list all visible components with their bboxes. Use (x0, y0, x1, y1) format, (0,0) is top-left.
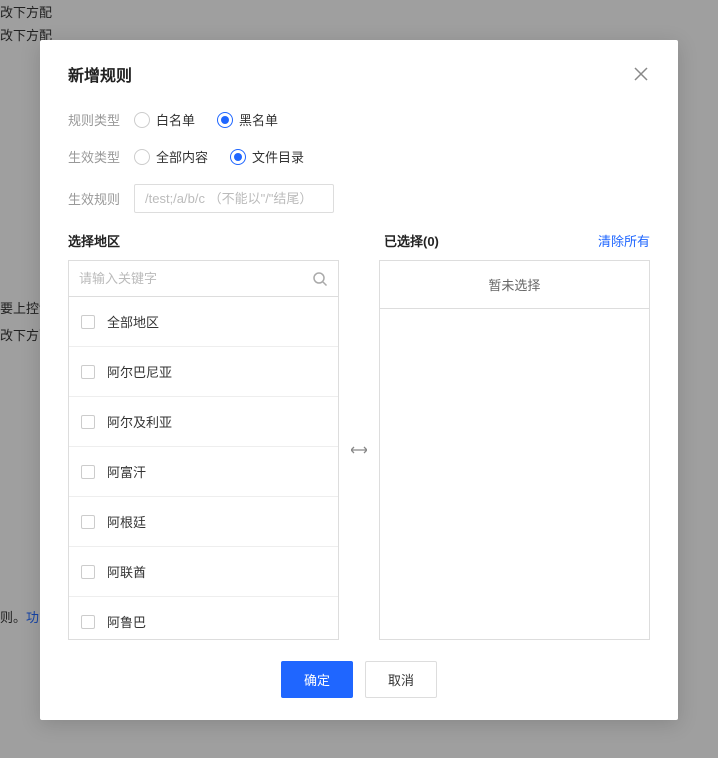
selected-title: 已选择(0) (384, 231, 439, 250)
checkbox[interactable] (81, 565, 95, 579)
list-item[interactable]: 阿联酋 (69, 547, 338, 597)
effect-type-row: 生效类型 全部内容 文件目录 (68, 147, 650, 166)
effect-type-radios: 全部内容 文件目录 (134, 147, 304, 166)
transfer-headers: 选择地区 已选择(0) 清除所有 (68, 231, 650, 250)
region-name: 阿尔巴尼亚 (107, 362, 172, 381)
search-icon (312, 271, 328, 287)
radio-label: 白名单 (156, 110, 195, 129)
list-item[interactable]: 阿尔巴尼亚 (69, 347, 338, 397)
region-source-panel: 全部地区阿尔巴尼亚阿尔及利亚阿富汗阿根廷阿联酋阿鲁巴 (68, 260, 339, 640)
region-target-panel: 暂未选择 (379, 260, 650, 640)
modal-footer: 确定 取消 (40, 643, 678, 720)
list-item[interactable]: 阿根廷 (69, 497, 338, 547)
search-input[interactable] (79, 271, 312, 286)
region-list[interactable]: 全部地区阿尔巴尼亚阿尔及利亚阿富汗阿根廷阿联酋阿鲁巴 (69, 297, 338, 639)
region-name: 阿联酋 (107, 562, 146, 581)
radio-file-directory[interactable]: 文件目录 (230, 147, 304, 166)
modal-title: 新增规则 (68, 62, 132, 86)
cancel-button[interactable]: 取消 (365, 661, 437, 698)
checkbox[interactable] (81, 365, 95, 379)
radio-icon (134, 149, 150, 165)
transfer-arrow (339, 444, 378, 456)
radio-label: 全部内容 (156, 147, 208, 166)
select-region-title: 选择地区 (68, 231, 344, 250)
radio-label: 文件目录 (252, 147, 304, 166)
transfer-section: 选择地区 已选择(0) 清除所有 全部地区阿尔巴尼亚阿尔 (68, 231, 650, 640)
radio-icon (230, 149, 246, 165)
radio-all-content[interactable]: 全部内容 (134, 147, 208, 166)
list-item[interactable]: 阿鲁巴 (69, 597, 338, 639)
rule-type-radios: 白名单 黑名单 (134, 110, 278, 129)
region-name: 全部地区 (107, 312, 159, 331)
transfer-body: 全部地区阿尔巴尼亚阿尔及利亚阿富汗阿根廷阿联酋阿鲁巴 暂未选择 (68, 260, 650, 640)
region-name: 阿根廷 (107, 512, 146, 531)
effect-rule-row: 生效规则 (68, 184, 650, 213)
confirm-button[interactable]: 确定 (281, 661, 353, 698)
checkbox[interactable] (81, 465, 95, 479)
checkbox[interactable] (81, 415, 95, 429)
checkbox[interactable] (81, 615, 95, 629)
list-item[interactable]: 阿尔及利亚 (69, 397, 338, 447)
add-rule-modal: 新增规则 规则类型 白名单 黑名单 生效类型 (40, 40, 678, 720)
search-box (69, 261, 338, 297)
region-name: 阿富汗 (107, 462, 146, 481)
list-item[interactable]: 全部地区 (69, 297, 338, 347)
modal-body: 规则类型 白名单 黑名单 生效类型 全部内容 (40, 102, 678, 643)
modal-header: 新增规则 (40, 40, 678, 102)
effect-type-label: 生效类型 (68, 147, 134, 166)
list-item[interactable]: 阿富汗 (69, 447, 338, 497)
region-name: 阿尔及利亚 (107, 412, 172, 431)
radio-icon (217, 112, 233, 128)
empty-state: 暂未选择 (380, 261, 649, 309)
radio-label: 黑名单 (239, 110, 278, 129)
radio-icon (134, 112, 150, 128)
close-icon (634, 67, 648, 81)
radio-whitelist[interactable]: 白名单 (134, 110, 195, 129)
checkbox[interactable] (81, 515, 95, 529)
close-button[interactable] (632, 65, 650, 83)
clear-all-link[interactable]: 清除所有 (598, 231, 650, 250)
rule-type-row: 规则类型 白名单 黑名单 (68, 110, 650, 129)
rule-type-label: 规则类型 (68, 110, 134, 129)
region-name: 阿鲁巴 (107, 612, 146, 631)
swap-icon (351, 444, 367, 456)
radio-blacklist[interactable]: 黑名单 (217, 110, 278, 129)
effect-rule-label: 生效规则 (68, 189, 134, 208)
checkbox[interactable] (81, 315, 95, 329)
effect-rule-input[interactable] (134, 184, 334, 213)
